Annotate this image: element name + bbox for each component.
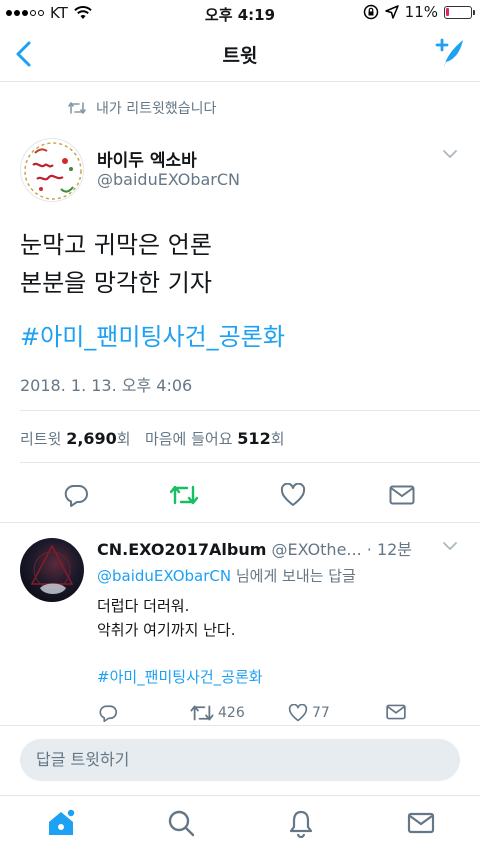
divider [20,410,480,411]
reply-time: · 12분 [366,540,413,559]
reply-text: 더럽다 더러워. 악취가 여기까지 난다. [97,594,236,642]
reply-icon [64,485,88,507]
heart-icon [280,483,306,506]
reply-icon [99,705,118,722]
battery-icon [444,5,475,19]
author-display-name[interactable]: 바이두 엑소바 [97,146,197,171]
reply-author-avatar[interactable] [20,538,84,602]
reply-to-suffix: 님에게 보내는 답글 [231,567,356,585]
reply-text-line: 더럽다 더러워. [97,597,190,615]
likes-count: 512 [237,429,271,448]
search-icon [168,810,195,837]
envelope-icon [386,704,406,720]
reply-composer-bar: 답글 트윗하기 [0,725,480,795]
reply-text-line: 악취가 여기까지 난다. [97,621,236,639]
section-divider [0,522,480,530]
reply-retweet-button[interactable]: 426 [190,704,245,722]
reply-author-handle[interactable]: @EXOthe... [272,540,362,559]
reply-input[interactable]: 답글 트윗하기 [20,739,460,781]
reply-retweet-count: 426 [218,705,245,721]
author-handle[interactable]: @baiduEXObarCN [97,170,240,189]
reply-like-button[interactable]: 77 [288,704,330,722]
likes-stat[interactable]: 마음에 들어요 512회 [144,429,285,448]
envelope-icon [407,812,435,834]
share-dm-button[interactable] [384,477,420,513]
reply-reply-button[interactable] [98,704,118,722]
like-button[interactable] [275,477,311,513]
tweet-stats: 리트윗 2,690회 마음에 들어요 512회 [20,428,285,449]
status-bar: KT 오후 4:19 11% [0,0,480,28]
page-title: 트윗 [222,45,258,67]
reply-hashtag-link[interactable]: #아미_팬미팅사건_공론화 [97,666,263,687]
retweet-icon [68,101,86,115]
battery-percent: 11% [404,3,438,21]
likes-label: 마음에 들어요 [144,430,233,448]
bell-icon [289,810,313,838]
retweets-label: 리트윗 [20,430,62,448]
chevron-down-icon [443,542,457,550]
location-icon [384,5,399,19]
navigation-bar: 트윗 [0,28,480,82]
likes-unit: 회 [270,430,285,448]
tweet-text: 눈막고 귀막은 언론 본분을 망각한 기자 [20,226,212,302]
reply-header: CN.EXO2017Album @EXOthe... · 12분 [97,536,412,560]
replying-to: @baiduEXObarCN 님에게 보내는 답글 [97,565,356,586]
home-icon [49,808,76,835]
chevron-down-icon [443,150,457,158]
retweets-count: 2,690 [66,429,117,448]
retweets-stat[interactable]: 리트윗 2,690회 [20,429,135,448]
reply-dm-button[interactable] [386,704,406,720]
reply-mention-link[interactable]: @baiduEXObarCN [97,567,231,585]
heart-icon [288,704,308,722]
retweet-button[interactable] [166,477,202,513]
tweet-text-line: 본분을 망각한 기자 [20,269,212,297]
tweet-timestamp: 2018. 1. 13. 오후 4:06 [20,376,193,395]
retweet-context: 내가 리트윗했습니다 [68,98,216,118]
reply-button[interactable] [58,477,94,513]
tab-home[interactable] [46,808,76,838]
retweet-icon [170,485,198,505]
tab-messages[interactable] [406,808,436,838]
tweet-hashtag-link[interactable]: #아미_팬미팅사건_공론화 [20,317,285,352]
reply-options-button[interactable] [442,541,458,551]
tweet-options-button[interactable] [442,149,458,159]
compose-feather-icon [435,38,463,67]
rotation-lock-icon [363,4,379,20]
status-right: 11% [363,3,475,21]
tab-search[interactable] [166,808,196,838]
tweet-text-line: 눈막고 귀막은 언론 [20,231,212,259]
retweet-context-label: 내가 리트윗했습니다 [96,101,217,117]
compose-tweet-button[interactable] [432,37,466,69]
retweets-unit: 회 [116,430,131,448]
tab-notifications[interactable] [286,808,316,838]
divider [20,462,480,463]
tab-bar [0,795,480,854]
envelope-icon [389,485,415,505]
author-avatar[interactable] [20,138,84,202]
retweet-icon [190,705,214,721]
reply-author-name[interactable]: CN.EXO2017Album [97,540,266,559]
reply-like-count: 77 [312,705,330,721]
